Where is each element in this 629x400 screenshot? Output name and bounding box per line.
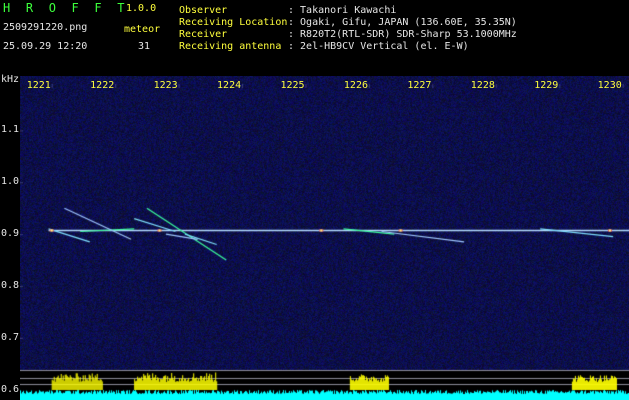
meteor-count: 31 — [138, 41, 151, 52]
datetime-label: 25.09.29 12:20 — [3, 41, 88, 52]
receiver-label: Receiver — [179, 29, 228, 40]
location-label: Receiving Location — [179, 17, 288, 28]
x-tick-label: 1221 — [26, 80, 51, 91]
x-tick-label: 1227 — [407, 80, 432, 91]
x-tick-label: 1228 — [470, 80, 495, 91]
x-tick-label: 1223 — [153, 80, 178, 91]
antenna-label: Receiving antenna — [179, 41, 282, 52]
app-version: 1.0.0 — [126, 3, 157, 14]
antenna-value: : 2el-HB9CV Vertical (el. E-W) — [288, 41, 469, 52]
y-tick-label: 0.6 — [1, 383, 20, 395]
x-tick-label: 1222 — [90, 80, 115, 91]
filename-label: 2509291220.png — [3, 22, 88, 33]
y-tick-label: 0.7 — [1, 331, 20, 343]
location-value: : Ogaki, Gifu, JAPAN (136.60E, 35.35N) — [288, 17, 517, 28]
observer-label: Observer — [179, 5, 228, 16]
x-tick-label: 1225 — [280, 80, 305, 91]
x-tick-label: 1224 — [217, 80, 242, 91]
y-tick-label: 1.1 — [1, 124, 20, 136]
y-tick-label: 0.9 — [1, 228, 20, 240]
observer-value: : Takanori Kawachi — [288, 5, 397, 16]
y-axis-unit: kHz — [1, 74, 20, 85]
x-tick-label: 1226 — [343, 80, 368, 91]
hrofft-screen: H R O F F T 1.0.0 2509291220.png meteor … — [0, 0, 629, 400]
meteor-label: meteor — [124, 24, 161, 35]
app-title: H R O F F T — [3, 1, 129, 15]
y-tick-label: 0.8 — [1, 279, 20, 291]
x-tick-label: 1229 — [534, 80, 559, 91]
x-tick-label: 1230 — [597, 80, 622, 91]
spectrogram-plot — [20, 76, 629, 400]
receiver-value: : R820T2(RTL-SDR) SDR-Sharp 53.1000MHz — [288, 29, 517, 40]
y-tick-label: 1.0 — [1, 176, 20, 188]
